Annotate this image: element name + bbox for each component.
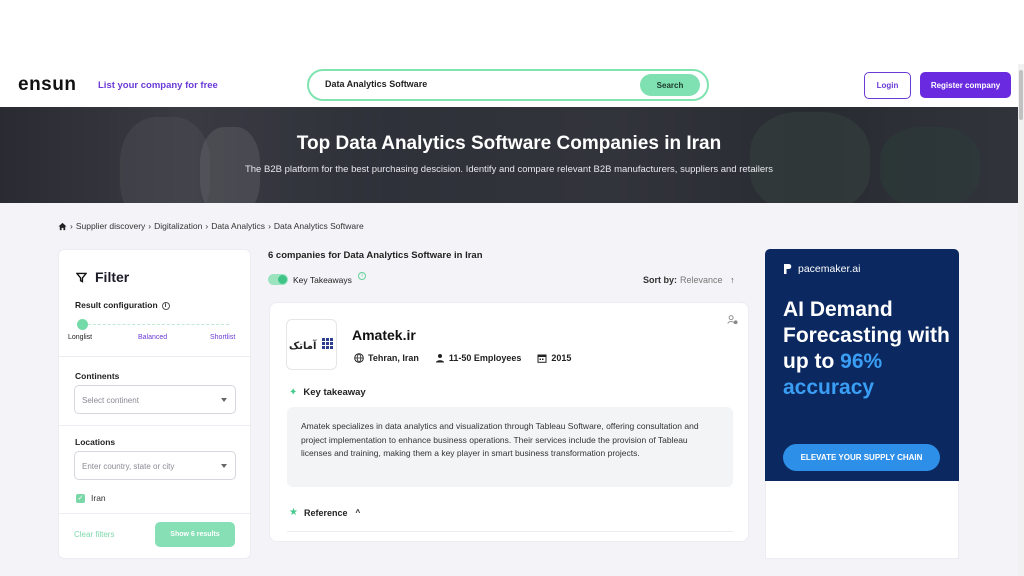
company-meta: Tehran, Iran 11-50 Employees 2015	[354, 353, 571, 363]
slider-label-balanced[interactable]: Balanced	[138, 334, 167, 341]
breadcrumb-separator: ›	[205, 221, 209, 231]
site-header: ensun List your company for free Search …	[0, 64, 1018, 107]
sort-control[interactable]: Sort by: Relevance ↑	[643, 275, 735, 285]
info-icon[interactable]: i	[161, 302, 170, 310]
page-title: Top Data Analytics Software Companies in…	[296, 133, 722, 154]
result-slider-handle[interactable]	[77, 319, 88, 330]
continent-placeholder: Select continent	[82, 396, 139, 405]
filter-title: Filter	[95, 269, 130, 285]
page-scrollbar[interactable]	[1018, 64, 1024, 576]
star-icon: ★	[289, 507, 298, 518]
continents-label: Continents	[75, 371, 120, 381]
chevron-up-icon: ^	[355, 508, 361, 517]
login-button[interactable]: Login	[864, 72, 911, 99]
breadcrumb-item-digitalization[interactable]: Digitalization	[154, 221, 202, 231]
search-bar: Search	[307, 69, 709, 101]
location-input[interactable]: Enter country, state or city	[74, 451, 236, 480]
divider	[59, 425, 252, 426]
divider	[287, 531, 733, 532]
result-slider-track[interactable]	[83, 324, 229, 325]
slider-label-longlist[interactable]: Longlist	[68, 334, 92, 341]
amatek-logo-mark: آماتک	[289, 337, 333, 352]
slider-label-shortlist[interactable]: Shortlist	[210, 334, 235, 341]
pacemaker-ad[interactable]: pacemaker.ai AI Demand Forecasting with …	[765, 249, 959, 481]
register-company-button[interactable]: Register company	[920, 72, 1011, 98]
reference-label: Reference	[303, 507, 348, 518]
globe-icon	[354, 353, 364, 363]
key-takeaway-heading: ✦ Key takeaway	[289, 387, 366, 398]
company-founded: 2015	[551, 353, 572, 363]
key-takeaways-toggle[interactable]	[268, 274, 288, 285]
breadcrumb: › Supplier discovery › Digitalization › …	[58, 221, 364, 231]
location-checkbox-label: Iran	[91, 493, 106, 503]
breadcrumb-separator: ›	[70, 221, 73, 231]
info-icon[interactable]: i	[358, 272, 366, 280]
company-name[interactable]: Amatek.ir	[352, 327, 416, 343]
person-icon	[435, 354, 444, 363]
filter-heading: Filter	[76, 269, 129, 285]
chevron-down-icon	[221, 398, 227, 402]
reference-toggle[interactable]: ★ Reference ^	[289, 507, 360, 518]
company-description: Amatek specializes in data analytics and…	[287, 407, 733, 487]
continent-select[interactable]: Select continent	[74, 385, 236, 414]
breadcrumb-separator: ›	[148, 221, 152, 231]
locations-label: Locations	[75, 437, 116, 447]
arrow-up-icon[interactable]: ↑	[730, 275, 735, 285]
company-logo-text: آماتک	[289, 339, 317, 352]
ad-brand: pacemaker.ai	[783, 263, 860, 275]
company-location: Tehran, Iran	[368, 353, 419, 363]
result-config-text: Result configuration	[75, 300, 158, 310]
key-takeaways-label: Key Takeaways	[293, 275, 352, 285]
ad-headline: AI Demand Forecasting with up to 96% acc…	[783, 297, 958, 401]
company-logo[interactable]: آماتک	[286, 319, 337, 370]
sparkle-icon: ✦	[289, 387, 298, 398]
hero-overlay	[0, 107, 1018, 203]
breadcrumb-separator: ›	[268, 221, 271, 231]
company-card[interactable]: آماتک Amatek.ir Tehran, Iran 11-50 Emplo…	[269, 302, 749, 542]
clear-filters-link[interactable]: Clear filters	[74, 530, 114, 539]
search-input[interactable]	[325, 79, 625, 89]
pacemaker-logo-icon	[784, 264, 792, 274]
results-count: 6 companies for Data Analytics Software …	[268, 250, 483, 261]
list-company-link[interactable]: List your company for free	[98, 80, 218, 91]
breadcrumb-item-supplier-discovery[interactable]: Supplier discovery	[76, 221, 145, 231]
breadcrumb-item-data-analytics[interactable]: Data Analytics	[211, 221, 265, 231]
chevron-down-icon	[221, 464, 227, 468]
home-icon[interactable]	[58, 222, 67, 231]
divider	[59, 513, 252, 514]
page-subtitle: The B2B platform for the best purchasing…	[244, 164, 774, 175]
sort-label: Sort by:	[643, 275, 678, 285]
top-blank-area	[0, 0, 1024, 64]
ad-brand-name: pacemaker.ai	[798, 263, 861, 275]
ensun-logo[interactable]: ensun	[18, 74, 76, 96]
location-checkbox-iran[interactable]: ✓	[76, 494, 85, 503]
result-config-label: Result configuration i	[75, 300, 170, 310]
scrollbar-thumb[interactable]	[1019, 70, 1023, 120]
ad-cta-button[interactable]: ELEVATE YOUR SUPPLY CHAIN	[783, 444, 940, 471]
toggle-knob	[278, 275, 287, 284]
filter-icon	[76, 272, 87, 283]
ad-bottom-panel	[765, 481, 959, 559]
divider	[59, 356, 252, 357]
company-employees: 11-50 Employees	[448, 353, 522, 363]
show-results-button[interactable]: Show 6 results	[155, 522, 235, 547]
key-takeaway-title: Key takeaway	[303, 387, 366, 398]
sort-value: Relevance	[680, 275, 723, 285]
filter-panel: Filter Result configuration i Longlist Ba…	[58, 249, 252, 559]
calendar-icon	[537, 354, 547, 363]
hero-banner: Top Data Analytics Software Companies in…	[0, 107, 1018, 203]
breadcrumb-item-current: Data Analytics Software	[273, 221, 364, 231]
location-placeholder: Enter country, state or city	[82, 462, 175, 471]
search-button[interactable]: Search	[640, 74, 700, 96]
compare-icon[interactable]	[727, 314, 738, 325]
